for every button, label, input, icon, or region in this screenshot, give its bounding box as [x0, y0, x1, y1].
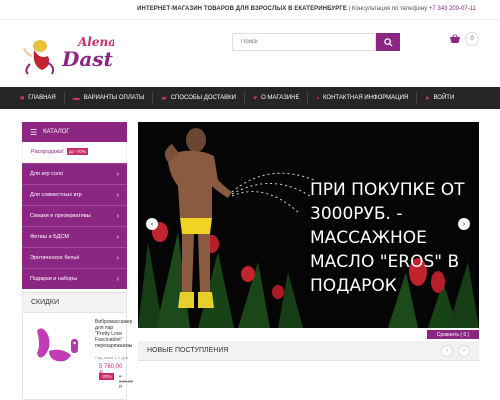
- menu-icon: ☰: [30, 127, 38, 137]
- promo-banner[interactable]: ПРИ ПОКУПКЕ ОТ 3000РУБ. - МАССАЖНОЕ МАСЛ…: [138, 122, 479, 328]
- old-price: 7 200,00 ₽: [119, 374, 133, 389]
- chevron-right-icon: ›: [462, 220, 466, 228]
- consult-label: | Консультация по телефону: [348, 6, 428, 12]
- phone-link[interactable]: +7 343 200-07-11: [429, 6, 476, 12]
- catalog-item-lingerie[interactable]: Эротическое бельё ›: [22, 247, 127, 268]
- nav-item-delivery[interactable]: ▰ СПОСОБЫ ДОСТАВКИ: [161, 87, 236, 109]
- nav-divider: [307, 92, 309, 104]
- catalog-item-label: Для совместных игр: [30, 192, 82, 198]
- catalog-sidebar: ☰ КАТАЛОГ Распродажа! до -70% Для игр сол…: [22, 122, 127, 289]
- chevron-right-icon: ›: [116, 254, 119, 262]
- catalog-item-gifts[interactable]: Подарки и наборы ›: [22, 268, 127, 289]
- catalog-item-label: Эротическое бельё: [30, 255, 80, 261]
- nav-item-about[interactable]: ♥ О МАГАЗИНЕ: [253, 87, 300, 109]
- chevron-right-icon: ›: [463, 348, 465, 354]
- compare-button[interactable]: Сравнить ( 0 ): [427, 330, 479, 339]
- nav-item-login[interactable]: ● ВОЙТИ: [425, 87, 454, 109]
- banner-next-button[interactable]: ›: [458, 218, 470, 230]
- catalog-item-label: Фетиш и БДСМ: [30, 234, 70, 240]
- nav-divider: [152, 92, 154, 104]
- truck-icon: ▰: [161, 95, 167, 102]
- top-info-bar: ИНТЕРНЕТ-МАГАЗИН ТОВАРОВ ДЛЯ ВЗРОСЛЫХ В …: [0, 0, 500, 20]
- discounts-block: СКИДКИ Вибромассажер для пар "Pretty Lov…: [22, 292, 133, 400]
- catalog-item-fetish[interactable]: Фетиш и БДСМ ›: [22, 226, 127, 247]
- banner-prev-button[interactable]: ‹: [146, 218, 158, 230]
- search-input[interactable]: [232, 33, 376, 51]
- catalog-item-label: Подарки и наборы: [30, 276, 78, 282]
- store-name: ИНТЕРНЕТ-МАГАЗИН ТОВАРОВ ДЛЯ ВЗРОСЛЫХ В …: [137, 6, 347, 12]
- catalog-title: КАТАЛОГ: [43, 129, 70, 135]
- cart-button[interactable]: 0: [449, 32, 479, 46]
- new-arrivals-prev-button[interactable]: ‹: [441, 345, 453, 357]
- catalog-item-solo[interactable]: Для игр соло ›: [22, 163, 127, 184]
- catalog-item-label: Распродажа! до -70%: [31, 148, 88, 155]
- heart-icon: ♥: [252, 94, 258, 102]
- nav-divider: [243, 92, 245, 104]
- discount-product[interactable]: Вибромассажер для пар "Pretty Love Fasci…: [23, 313, 133, 399]
- product-title[interactable]: Вибромассажер для пар "Pretty Love Fasci…: [95, 319, 132, 349]
- chevron-right-icon: ›: [116, 275, 119, 283]
- home-icon: ■: [20, 94, 25, 102]
- discounts-title: СКИДКИ: [23, 293, 126, 313]
- catalog-item-lubes[interactable]: Смазки и презервативы ›: [22, 205, 127, 226]
- nav-label: ГЛАВНАЯ: [28, 95, 56, 101]
- user-icon: ●: [425, 94, 430, 102]
- catalog-header[interactable]: ☰ КАТАЛОГ: [22, 122, 127, 142]
- logo-line2: Dast: [61, 47, 114, 71]
- product-image[interactable]: [31, 321, 86, 366]
- nav-label: КОНТАКТНАЯ ИНФОРМАЦИЯ: [322, 95, 409, 101]
- cart-count: 0: [465, 32, 479, 46]
- new-arrivals-next-button[interactable]: ›: [458, 345, 470, 357]
- chevron-left-icon: ‹: [446, 348, 448, 354]
- chevron-right-icon: ›: [116, 233, 119, 241]
- logo-graphic: Alena Dast: [23, 35, 116, 75]
- chevron-right-icon: ›: [116, 170, 119, 178]
- catalog-item-couples[interactable]: Для совместных игр ›: [22, 184, 127, 205]
- chevron-left-icon: ‹: [150, 220, 154, 228]
- catalog-item-sale[interactable]: Распродажа! до -70%: [22, 142, 127, 163]
- discount-badge: -20%: [99, 373, 114, 380]
- catalog-item-label: Смазки и презервативы: [30, 213, 91, 219]
- nav-item-payment[interactable]: ▬ ВАРИАНТЫ ОПЛАТЫ: [73, 87, 145, 109]
- nav-divider: [63, 92, 65, 104]
- search-icon: [383, 37, 393, 47]
- catalog-item-label: Для игр соло: [30, 171, 64, 177]
- nav-item-contacts[interactable]: ▪ КОНТАКТНАЯ ИНФОРМАЦИЯ: [316, 87, 408, 109]
- basket-icon: [450, 34, 460, 43]
- nav-label: ВОЙТИ: [433, 95, 455, 101]
- product-availability: Под заказ 1-2 дня: [95, 355, 129, 360]
- new-arrivals-title: НОВЫЕ ПОСТУПЛЕНИЯ: [147, 347, 229, 354]
- nav-divider: [416, 92, 418, 104]
- chevron-right-icon: ›: [116, 212, 119, 220]
- nav-label: ВАРИАНТЫ ОПЛАТЫ: [83, 95, 145, 101]
- search-form: [232, 33, 400, 51]
- logo[interactable]: Alena Dast: [22, 26, 116, 76]
- main-nav: ■ ГЛАВНАЯ ▬ ВАРИАНТЫ ОПЛАТЫ ▰ СПОСОБЫ ДО…: [0, 87, 500, 109]
- nav-label: СПОСОБЫ ДОСТАВКИ: [170, 95, 236, 101]
- banner-text: ПРИ ПОКУПКЕ ОТ 3000РУБ. - МАССАЖНОЕ МАСЛ…: [310, 180, 465, 296]
- sale-badge: до -70%: [66, 148, 88, 155]
- chevron-right-icon: ›: [116, 191, 119, 199]
- new-arrivals-bar: НОВЫЕ ПОСТУПЛЕНИЯ: [138, 341, 479, 361]
- nav-label: О МАГАЗИНЕ: [261, 95, 300, 101]
- card-icon: ▬: [72, 94, 80, 102]
- contact-card-icon: ▪: [316, 94, 319, 102]
- store-info: ИНТЕРНЕТ-МАГАЗИН ТОВАРОВ ДЛЯ ВЗРОСЛЫХ В …: [137, 6, 476, 12]
- search-button[interactable]: [376, 33, 400, 51]
- nav-item-home[interactable]: ■ ГЛАВНАЯ: [20, 87, 56, 109]
